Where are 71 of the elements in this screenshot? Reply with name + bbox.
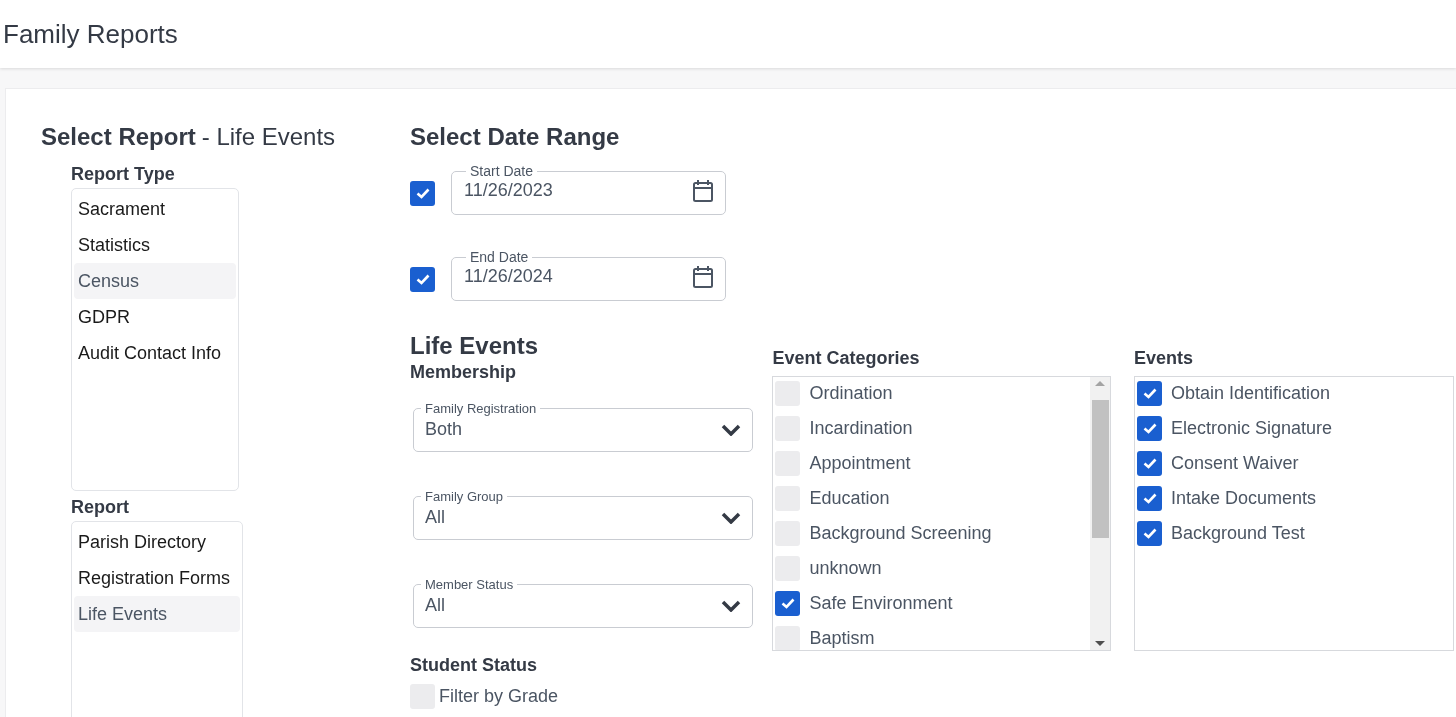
checkbox[interactable]: [775, 591, 801, 616]
list-label: Events: [1134, 347, 1195, 370]
section-heading: Select Report: [41, 122, 196, 152]
date-field[interactable]: Start Date 11/26/2023: [451, 163, 726, 215]
date-value: 11/26/2024: [464, 265, 553, 288]
select-field[interactable]: Family Group All: [413, 489, 753, 540]
calendar-icon[interactable]: [693, 179, 713, 202]
checkbox-label: unknown: [809, 557, 882, 580]
checkmark-icon: [1142, 423, 1157, 434]
checkbox[interactable]: [1137, 521, 1162, 546]
list-item[interactable]: Statistics: [74, 227, 236, 263]
list-item[interactable]: Parish Directory: [74, 524, 240, 560]
checkbox-label: Incardination: [809, 417, 913, 440]
section-heading: Select Date Range: [409, 122, 621, 152]
checkbox[interactable]: [1137, 416, 1162, 441]
checkbox-label: Electronic Signature: [1171, 417, 1333, 440]
group-label: Membership: [410, 361, 518, 384]
list-item[interactable]: Audit Contact Info: [74, 335, 236, 371]
chevron-down-icon: [721, 599, 741, 612]
section-heading: Life Events: [410, 333, 540, 359]
checkmark-icon: [415, 273, 430, 285]
checkbox[interactable]: [1137, 381, 1162, 406]
checkbox[interactable]: [410, 180, 435, 206]
list-label: Report Type: [71, 163, 176, 186]
checkbox-label: Obtain Identification: [1171, 382, 1331, 405]
select-value: Both: [425, 418, 463, 441]
checkbox[interactable]: [410, 266, 435, 292]
checkbox-label: Filter by Grade: [439, 685, 559, 708]
list-item[interactable]: Registration Forms: [74, 560, 240, 596]
list-item[interactable]: Census: [74, 263, 236, 299]
checkbox-label: Background Test: [1171, 522, 1305, 545]
checkmark-icon: [1142, 458, 1157, 469]
checkmark-icon: [1142, 388, 1157, 399]
chevron-down-icon: [721, 511, 741, 524]
checkmark-icon: [781, 598, 795, 609]
group-label: Student Status: [410, 654, 538, 677]
checkbox-label: Background Screening: [809, 522, 992, 545]
checkbox-label: Baptism: [809, 627, 875, 650]
checkbox-label: Consent Waiver: [1171, 452, 1299, 475]
select-field[interactable]: Member Status All: [413, 577, 753, 628]
list-label: Event Categories: [772, 347, 921, 370]
checkbox-label: Education: [809, 487, 890, 510]
date-field[interactable]: End Date 11/26/2024: [451, 249, 726, 301]
list-label: Report: [71, 496, 130, 519]
select-value: All: [425, 506, 445, 529]
checkbox-label: Safe Environment: [809, 592, 953, 615]
scrollbar[interactable]: [1090, 377, 1111, 650]
checkmark-icon: [415, 187, 430, 199]
checkbox[interactable]: [1137, 451, 1162, 476]
checkbox[interactable]: [1137, 486, 1162, 511]
select-field[interactable]: Family Registration Both: [413, 401, 753, 452]
field-label: Family Group: [424, 489, 505, 504]
page-title: Family Reports: [3, 17, 178, 51]
checkmark-icon: [1142, 493, 1157, 504]
checkbox-label: Intake Documents: [1171, 487, 1317, 510]
field-label: Start Date: [469, 163, 535, 179]
chevron-down-icon: [721, 423, 741, 436]
checkbox-label: Appointment: [809, 452, 911, 475]
checkbox-label: Ordination: [809, 382, 893, 405]
field-label: Family Registration: [424, 401, 538, 416]
list-item[interactable]: Life Events: [74, 596, 240, 632]
current-report: - Life Events: [201, 122, 336, 152]
date-value: 11/26/2023: [464, 179, 553, 202]
list-item[interactable]: GDPR: [74, 299, 236, 335]
list-item[interactable]: Sacrament: [74, 191, 236, 227]
select-value: All: [425, 594, 445, 617]
checkbox[interactable]: [775, 626, 801, 650]
field-label: Member Status: [424, 577, 515, 592]
checkmark-icon: [1142, 528, 1157, 539]
calendar-icon[interactable]: [693, 265, 713, 288]
field-label: End Date: [469, 249, 530, 265]
